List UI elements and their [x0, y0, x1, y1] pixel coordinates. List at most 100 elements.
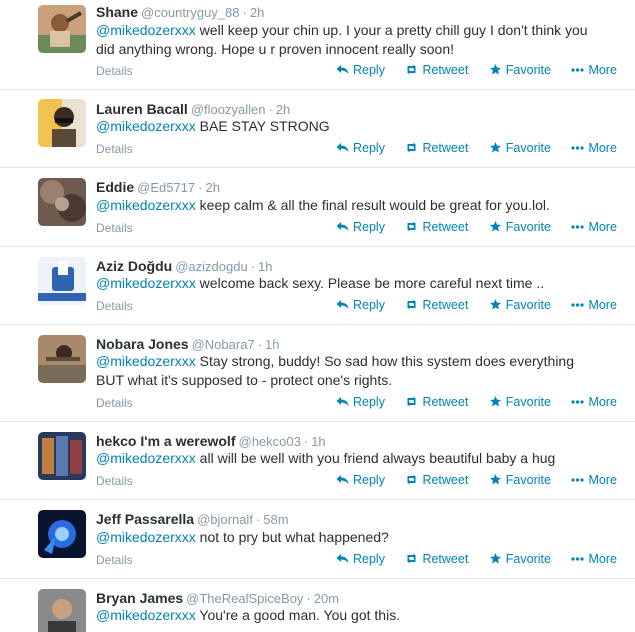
tweet[interactable]: Aziz Doğdu @azizdogdu · 1h @mikedozerxxx we…: [0, 247, 635, 325]
reply-icon: [336, 65, 349, 74]
tweet-author-name[interactable]: Eddie: [96, 179, 134, 195]
tweet-author-handle[interactable]: @countryguy_88: [141, 5, 239, 20]
reply-button[interactable]: Reply: [336, 298, 385, 312]
details-link[interactable]: Details: [96, 221, 133, 235]
tweet[interactable]: Lauren Bacall @floozyallen · 2h @mikedozerx…: [0, 90, 635, 168]
favorite-button[interactable]: Favorite: [489, 141, 551, 155]
mention-link[interactable]: @mikedozerxxx: [96, 607, 196, 623]
tweet-author-name[interactable]: Bryan James: [96, 590, 183, 606]
favorite-button[interactable]: Favorite: [489, 220, 551, 234]
tweet-author-name[interactable]: Jeff Passarella: [96, 511, 194, 527]
tweet-actions: Reply Retweet Favorite More: [336, 552, 617, 566]
more-label: More: [588, 473, 617, 487]
reply-button[interactable]: Reply: [336, 220, 385, 234]
tweet-body: welcome back sexy. Please be more carefu…: [195, 275, 545, 291]
reply-button[interactable]: Reply: [336, 395, 385, 409]
tweet[interactable]: Jeff Passarella @bjornalf · 58m @mikedozerx…: [0, 500, 635, 579]
tweet-timestamp[interactable]: 1h: [265, 337, 279, 352]
mention-link[interactable]: @mikedozerxxx: [96, 275, 196, 291]
tweet[interactable]: Shane @countryguy_88 · 2h @mikedozerxxx wel…: [0, 0, 635, 90]
tweet-author-handle[interactable]: @bjornalf: [197, 512, 253, 527]
details-link[interactable]: Details: [96, 299, 133, 313]
tweet-author-handle[interactable]: @Nobara7: [192, 337, 255, 352]
tweet-actions: Reply Retweet Favorite More: [336, 220, 617, 234]
tweet-author-name[interactable]: Lauren Bacall: [96, 101, 188, 117]
tweet[interactable]: hekco I'm a werewolf @hekco03 · 1h @mikedoz…: [0, 422, 635, 500]
reply-button[interactable]: Reply: [336, 63, 385, 77]
retweet-button[interactable]: Retweet: [405, 220, 468, 234]
tweet-author-name[interactable]: Aziz Doğdu: [96, 258, 172, 274]
avatar[interactable]: [38, 99, 86, 147]
avatar[interactable]: [38, 257, 86, 305]
details-link[interactable]: Details: [96, 553, 133, 567]
retweet-button[interactable]: Retweet: [405, 473, 468, 487]
tweet-author-handle[interactable]: @hekco03: [239, 434, 301, 449]
reply-icon: [336, 397, 349, 406]
reply-button[interactable]: Reply: [336, 473, 385, 487]
mention-link[interactable]: @mikedozerxxx: [96, 529, 196, 545]
favorite-button[interactable]: Favorite: [489, 298, 551, 312]
mention-link[interactable]: @mikedozerxxx: [96, 118, 196, 134]
avatar[interactable]: [38, 5, 86, 53]
tweet-timestamp[interactable]: 1h: [311, 434, 325, 449]
separator: ·: [250, 259, 256, 274]
tweet-author-handle[interactable]: @azizdogdu: [175, 259, 247, 274]
tweet-author-handle[interactable]: @TheRealSpiceBoy: [186, 591, 303, 606]
mention-link[interactable]: @mikedozerxxx: [96, 353, 196, 369]
details-link[interactable]: Details: [96, 396, 133, 410]
avatar[interactable]: [38, 432, 86, 480]
avatar[interactable]: [38, 335, 86, 383]
retweet-button[interactable]: Retweet: [405, 552, 468, 566]
more-button[interactable]: More: [571, 220, 617, 234]
tweet-actions: Reply Retweet Favorite More: [336, 395, 617, 409]
retweet-icon: [407, 64, 417, 75]
more-button[interactable]: More: [571, 298, 617, 312]
tweet-timestamp[interactable]: 20m: [314, 591, 339, 606]
avatar[interactable]: [38, 178, 86, 226]
tweet-actions: Reply Retweet Favorite More: [336, 298, 617, 312]
tweet-timestamp[interactable]: 2h: [276, 102, 290, 117]
mention-link[interactable]: @mikedozerxxx: [96, 22, 196, 38]
retweet-icon: [407, 396, 417, 407]
retweet-button[interactable]: Retweet: [405, 63, 468, 77]
retweet-button[interactable]: Retweet: [405, 395, 468, 409]
tweet-author-name[interactable]: hekco I'm a werewolf: [96, 433, 236, 449]
tweet[interactable]: Bryan James @TheRealSpiceBoy · 20m @mikedoz…: [0, 579, 635, 632]
avatar[interactable]: [38, 510, 86, 558]
tweet-timestamp[interactable]: 1h: [258, 259, 272, 274]
tweet[interactable]: Eddie @Ed5717 · 2h @mikedozerxxx keep calm …: [0, 168, 635, 247]
retweet-label: Retweet: [422, 298, 469, 312]
retweet-button[interactable]: Retweet: [405, 141, 468, 155]
tweet[interactable]: Nobara Jones @Nobara7 · 1h @mikedozerxxx St…: [0, 325, 635, 422]
star-icon: [489, 221, 501, 232]
details-link[interactable]: Details: [96, 474, 133, 488]
reply-button[interactable]: Reply: [336, 552, 385, 566]
mention-link[interactable]: @mikedozerxxx: [96, 450, 196, 466]
tweet-timestamp[interactable]: 58m: [263, 512, 288, 527]
more-button[interactable]: More: [571, 63, 617, 77]
tweet-actions: Reply Retweet Favorite More: [336, 141, 617, 155]
mention-link[interactable]: @mikedozerxxx: [96, 197, 196, 213]
reply-icon: [336, 300, 349, 309]
favorite-button[interactable]: Favorite: [489, 473, 551, 487]
details-link[interactable]: Details: [96, 64, 133, 78]
tweet-timestamp[interactable]: 2h: [206, 180, 220, 195]
favorite-button[interactable]: Favorite: [489, 395, 551, 409]
avatar[interactable]: [38, 589, 86, 632]
tweet-author-name[interactable]: Shane: [96, 4, 138, 20]
more-button[interactable]: More: [571, 473, 617, 487]
tweet-timestamp[interactable]: 2h: [250, 5, 264, 20]
favorite-button[interactable]: Favorite: [489, 63, 551, 77]
more-button[interactable]: More: [571, 552, 617, 566]
details-link[interactable]: Details: [96, 142, 133, 156]
more-label: More: [588, 220, 617, 234]
tweet-author-name[interactable]: Nobara Jones: [96, 336, 189, 352]
favorite-button[interactable]: Favorite: [489, 552, 551, 566]
more-button[interactable]: More: [571, 395, 617, 409]
more-button[interactable]: More: [571, 141, 617, 155]
reply-label: Reply: [353, 395, 385, 409]
reply-button[interactable]: Reply: [336, 141, 385, 155]
retweet-button[interactable]: Retweet: [405, 298, 468, 312]
tweet-author-handle[interactable]: @floozyallen: [191, 102, 266, 117]
tweet-author-handle[interactable]: @Ed5717: [137, 180, 195, 195]
